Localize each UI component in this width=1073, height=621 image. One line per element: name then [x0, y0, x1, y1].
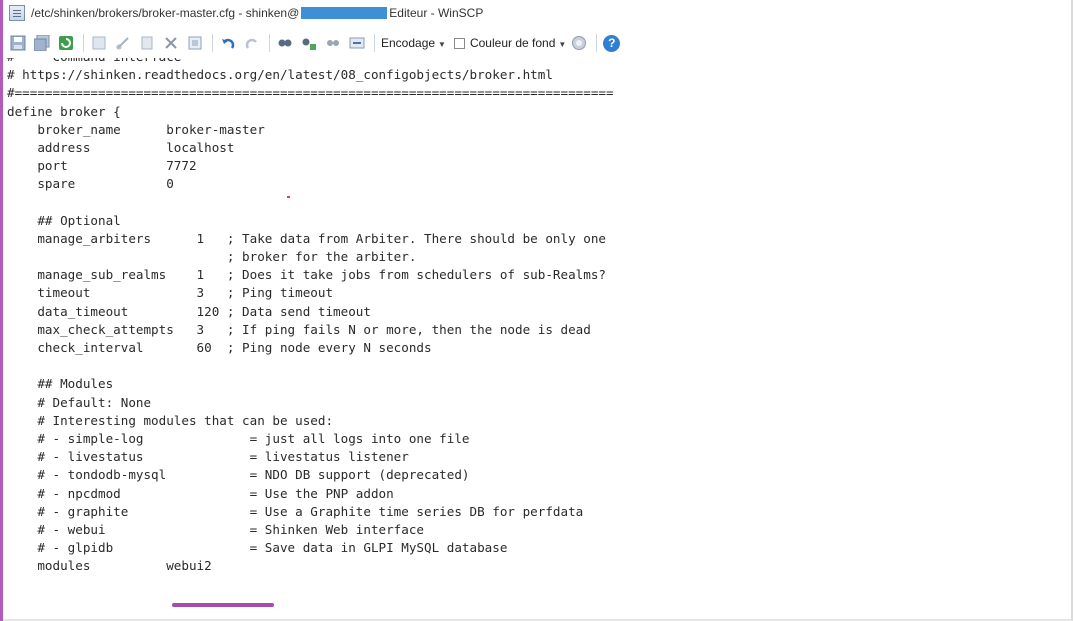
color-swatch-icon[interactable] — [570, 34, 588, 52]
code-line[interactable]: # - graphite = Use a Graphite time serie… — [7, 503, 1069, 521]
code-line[interactable]: # Default: None — [7, 394, 1069, 412]
editor-toolbar: Encodage ▼ Couleur de fond ▼ ? — [3, 28, 1071, 58]
code-line[interactable]: manage_arbiters 1 ; Take data from Arbit… — [7, 230, 1069, 248]
code-line[interactable]: # https://shinken.readthedocs.org/en/lat… — [7, 66, 1069, 84]
redacted-hostname — [301, 7, 388, 19]
chevron-down-icon: ▼ — [438, 40, 446, 49]
winscp-editor-window: /etc/shinken/brokers/broker-master.cfg -… — [0, 0, 1073, 621]
encoding-dropdown[interactable]: Encodage ▼ — [381, 36, 446, 50]
title-bar: /etc/shinken/brokers/broker-master.cfg -… — [3, 0, 1071, 26]
code-line[interactable]: ; broker for the arbiter. — [7, 248, 1069, 266]
code-line[interactable]: timeout 3 ; Ping timeout — [7, 284, 1069, 302]
code-line[interactable]: broker_name broker-master — [7, 121, 1069, 139]
encoding-label: Encodage — [381, 36, 436, 50]
copy-icon[interactable] — [114, 34, 132, 52]
background-color-label: Couleur de fond — [469, 36, 556, 50]
editor-app-icon — [9, 5, 25, 21]
window-title-suffix: Editeur - WinSCP — [389, 6, 484, 20]
code-line[interactable]: define broker { — [7, 103, 1069, 121]
window-title: /etc/shinken/brokers/broker-master.cfg -… — [31, 6, 483, 20]
code-line[interactable] — [7, 357, 1069, 375]
help-icon[interactable]: ? — [603, 34, 621, 52]
code-line[interactable]: address localhost — [7, 139, 1069, 157]
background-color-checkbox[interactable] — [453, 37, 465, 49]
save-icon[interactable] — [9, 34, 27, 52]
select-all-icon[interactable] — [186, 34, 204, 52]
reload-icon[interactable] — [57, 34, 75, 52]
toolbar-separator — [212, 34, 213, 52]
code-line[interactable] — [7, 194, 1069, 212]
code-line[interactable]: # - livestatus = livestatus listener — [7, 448, 1069, 466]
save-all-icon[interactable] — [33, 34, 51, 52]
code-line[interactable]: modules webui2 — [7, 557, 1069, 575]
code-line[interactable]: # - npcdmod = Use the PNP addon — [7, 485, 1069, 503]
code-line[interactable]: # Interesting modules that can be used: — [7, 412, 1069, 430]
code-line[interactable]: # - glpidb = Save data in GLPI MySQL dat… — [7, 539, 1069, 557]
code-line[interactable]: # - simple-log = just all logs into one … — [7, 430, 1069, 448]
paste-icon[interactable] — [138, 34, 156, 52]
toolbar-separator — [374, 34, 375, 52]
window-title-prefix: /etc/shinken/brokers/broker-master.cfg -… — [31, 6, 300, 20]
code-line[interactable]: # - webui = Shinken Web interface — [7, 521, 1069, 539]
toolbar-separator — [83, 34, 84, 52]
code-line[interactable]: spare 0 — [7, 175, 1069, 193]
toolbar-separator — [269, 34, 270, 52]
cursor-mark — [287, 196, 290, 198]
code-line[interactable]: # - tondodb-mysql = NDO DB support (depr… — [7, 466, 1069, 484]
background-color-dropdown[interactable]: Couleur de fond ▼ — [470, 36, 566, 50]
code-line[interactable]: #=======================================… — [7, 84, 1069, 102]
goto-line-icon[interactable] — [348, 34, 366, 52]
find-icon[interactable] — [276, 34, 294, 52]
replace-icon[interactable] — [300, 34, 318, 52]
code-line[interactable]: # - Command interface — [7, 58, 1069, 66]
code-line[interactable]: manage_sub_realms 1 ; Does it take jobs … — [7, 266, 1069, 284]
code-line[interactable]: ## Modules — [7, 375, 1069, 393]
delete-icon[interactable] — [162, 34, 180, 52]
undo-icon[interactable] — [219, 34, 237, 52]
toolbar-separator — [596, 34, 598, 52]
code-content[interactable]: # - Command interface# https://shinken.r… — [3, 58, 1069, 575]
code-line[interactable]: check_interval 60 ; Ping node every N se… — [7, 339, 1069, 357]
find-next-icon[interactable] — [324, 34, 342, 52]
text-editor-area[interactable]: # - Command interface# https://shinken.r… — [3, 58, 1069, 618]
chevron-down-icon: ▼ — [558, 40, 567, 49]
highlight-underline — [172, 603, 274, 607]
code-line[interactable]: port 7772 — [7, 157, 1069, 175]
redo-icon[interactable] — [243, 34, 261, 52]
code-line[interactable]: ## Optional — [7, 212, 1069, 230]
code-line[interactable]: data_timeout 120 ; Data send timeout — [7, 303, 1069, 321]
cut-icon[interactable] — [90, 34, 108, 52]
code-line[interactable]: max_check_attempts 3 ; If ping fails N o… — [7, 321, 1069, 339]
